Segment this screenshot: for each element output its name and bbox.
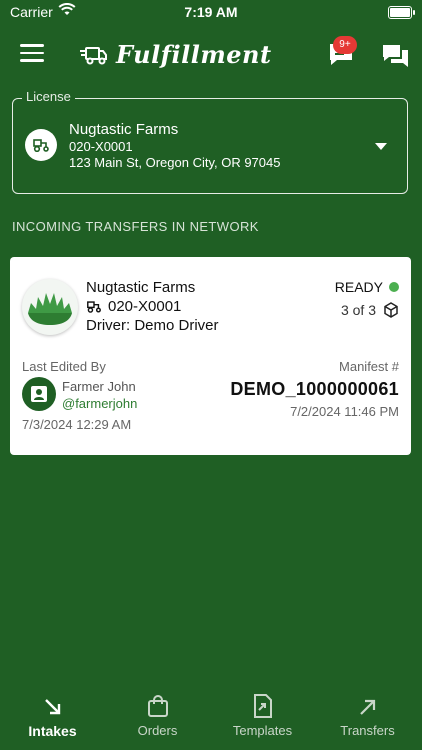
section-title: INCOMING TRANSFERS IN NETWORK	[12, 219, 259, 234]
notification-badge: 9+	[333, 36, 357, 54]
menu-button[interactable]	[20, 44, 44, 64]
tab-transfers[interactable]: Transfers	[315, 690, 420, 746]
driver-name: Driver: Demo Driver	[86, 317, 219, 334]
truck-icon	[80, 46, 107, 64]
manifest-label: Manifest #	[339, 359, 399, 374]
tab-label: Transfers	[340, 723, 395, 738]
facility-logo	[22, 279, 78, 335]
chevron-down-icon	[375, 143, 387, 150]
status-label: READY	[334, 279, 383, 295]
tab-label: Templates	[232, 723, 293, 738]
messages-icon[interactable]	[382, 43, 410, 69]
battery-icon	[388, 6, 415, 19]
user-badge-icon	[31, 386, 47, 402]
top-nav-bar: Fulfillment	[0, 28, 422, 82]
arrow-up-right-icon	[359, 699, 375, 715]
package-icon	[384, 302, 398, 318]
license-address: 123 Main St, Oregon City, OR 97045	[69, 155, 281, 170]
facility-name: Nugtastic Farms	[86, 279, 196, 296]
tractor-icon	[87, 301, 101, 313]
license-number: 020-X0001	[69, 139, 133, 154]
tab-orders[interactable]: Orders	[105, 690, 210, 746]
editor-name: Farmer John	[62, 379, 136, 394]
status-dot-icon	[389, 282, 399, 292]
editor-handle: @farmerjohn	[62, 396, 138, 411]
avatar	[22, 377, 56, 411]
manifest-number: DEMO_1000000061	[230, 379, 399, 399]
manifest-timestamp: 7/2/2024 11:46 PM	[290, 404, 399, 419]
shopping-bag-icon	[147, 695, 168, 717]
tab-templates[interactable]: Templates	[210, 690, 315, 746]
tab-intakes[interactable]: Intakes	[0, 690, 105, 746]
app-title: Fulfillment	[116, 40, 272, 69]
edited-timestamp: 7/3/2024 12:29 AM	[22, 417, 132, 432]
license-selector[interactable]: Nugtastic Farms 020-X0001 123 Main St, O…	[12, 98, 408, 194]
last-edited-label: Last Edited By	[22, 359, 106, 374]
clock: 7:19 AM	[184, 4, 238, 20]
status-bar: Carrier 7:19 AM	[0, 0, 422, 26]
tab-label: Intakes	[28, 723, 77, 739]
license-name: Nugtastic Farms	[69, 121, 179, 138]
tractor-icon	[33, 139, 49, 152]
arrow-down-right-icon	[44, 699, 60, 715]
bottom-tab-bar: Intakes Orders Templates Transfers	[0, 690, 422, 750]
transfer-card[interactable]: Nugtastic Farms 020-X0001 Driver: Demo D…	[10, 257, 411, 455]
package-count-label: 3 of 3	[340, 302, 376, 318]
license-label: License	[22, 89, 75, 104]
document-icon	[253, 694, 272, 718]
tab-label: Orders	[137, 723, 178, 738]
brand: Fulfillment	[80, 40, 272, 69]
license-avatar	[25, 129, 57, 161]
facility-license-number: 020-X0001	[108, 298, 182, 315]
status-badge: READY	[335, 279, 399, 295]
facility-license: 020-X0001	[86, 298, 181, 315]
package-count: 3 of 3	[341, 302, 399, 318]
